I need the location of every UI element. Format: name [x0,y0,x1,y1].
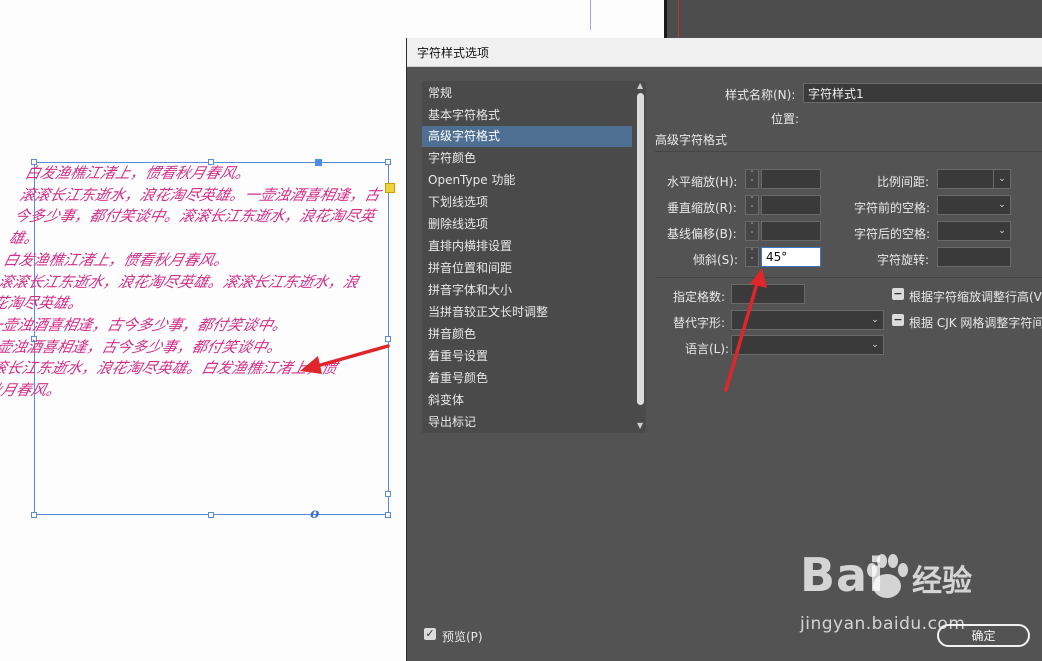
space-after-label: 字符后的空格: [854,227,931,241]
section-title: 高级字符格式 [655,133,728,147]
horizontal-scale-input[interactable] [761,169,821,189]
grid-count-input[interactable] [731,284,805,304]
language-dropdown[interactable]: ⌄ [731,335,884,355]
chevron-down-icon: ⌄ [993,170,1010,188]
category-ruby-position[interactable]: 拼音位置和间距 [422,258,632,279]
vertical-scale-stepper[interactable]: ˄ ˅ [745,195,759,215]
adjust-line-height-checkbox[interactable]: − [892,288,904,300]
proportional-spacing-label: 比例间距: [877,175,930,189]
adjust-line-height-label: 根据字符缩放调整行高(V [909,290,1042,304]
preview-label: 预览(P) [442,630,483,644]
proportional-spacing-dropdown[interactable]: ⌄ [937,169,1011,189]
baseline-shift-stepper[interactable]: ˄ ˅ [745,221,759,241]
fields-divider [655,277,1042,278]
section-divider [655,151,1042,152]
category-list[interactable]: 常规 基本字符格式 高级字符格式 字符颜色 OpenType 功能 下划线选项 … [422,81,646,433]
space-after-dropdown[interactable]: ⌄ [937,221,1011,241]
space-before-dropdown[interactable]: ⌄ [937,195,1011,215]
frame-out-port-icon[interactable]: o [310,506,319,522]
guide-line [590,0,591,30]
char-rotation-input[interactable] [937,247,1011,267]
category-advanced-character-formats[interactable]: 高级字符格式 [422,126,632,147]
chevron-down-icon: ⌄ [998,226,1006,236]
vertical-scale-label: 垂直缩放(R): [667,201,737,215]
canvas-top-area [393,0,664,38]
category-general[interactable]: 常规 [422,83,632,104]
category-ruby-color[interactable]: 拼音颜色 [422,324,632,345]
category-scrollbar[interactable]: ▲ ▼ [635,81,646,433]
skew-stepper[interactable]: ˄ ˅ [745,247,759,267]
skew-input[interactable] [761,247,821,267]
paragraph: 滚滚长江东逝水，浪花淘尽英雄。白发渔樵江渚上，惯看秋月春风。 [0,359,340,400]
category-opentype[interactable]: OpenType 功能 [422,170,632,191]
preview-checkbox[interactable]: ✓ [424,628,436,640]
category-underline[interactable]: 下划线选项 [422,192,632,213]
char-rotation-label: 字符旋转: [877,253,930,267]
adjust-cjk-grid-checkbox[interactable]: − [892,314,904,326]
pasteboard-dark [664,0,1042,38]
style-name-input[interactable] [803,83,1042,103]
skew-label: 倾斜(S): [693,253,739,267]
scrollbar-thumb[interactable] [637,93,644,405]
baseline-shift-input[interactable] [761,221,821,241]
paragraph: 滚滚长江东逝水，浪花淘尽英雄。一壶浊酒喜相逢，古今多少事，都付笑谈中。滚滚长江东… [7,185,383,248]
category-basic-character-formats[interactable]: 基本字符格式 [422,105,632,126]
space-before-label: 字符前的空格: [854,201,931,215]
category-export-tagging[interactable]: 导出标记 [422,412,632,433]
bleed-guide [678,0,679,38]
chevron-down-icon: ⌄ [871,315,879,325]
frame-handle-bottom-left[interactable] [31,512,37,518]
paragraph: 一壶浊酒喜相逢，古今多少事，都付笑谈中。 [0,315,290,334]
category-tate-chu-yoko[interactable]: 直排内横排设置 [422,236,632,257]
paragraph: 白发渔樵江渚上，惯看秋月春风。 [23,164,253,182]
category-shatai[interactable]: 斜变体 [422,390,632,411]
paragraph: 一壶浊酒喜相逢，古今多少事，都付笑谈中。 [0,337,285,356]
grid-count-label: 指定格数: [673,290,726,304]
watermark-url: jingyan.baidu.com [800,614,966,634]
language-label: 语言(L): [685,342,730,356]
frame-text-content[interactable]: 白发渔樵江渚上，惯看秋月春风。 滚滚长江东逝水，浪花淘尽英雄。一壶浊酒喜相逢，古… [0,163,398,402]
frame-handle-right-middle[interactable] [385,336,391,342]
frame-handle-bottom-right[interactable] [385,512,391,518]
paragraph: 白发渔樵江渚上，惯看秋月春风。 [1,250,232,269]
horizontal-scale-stepper[interactable]: ˄ ˅ [745,169,759,189]
category-ruby-overhang[interactable]: 当拼音较正文长时调整 [422,302,632,323]
baidu-watermark: Bai 经验 jingyan.baidu.com [800,548,1040,658]
chevron-down-icon: ⌄ [871,340,879,350]
alternate-glyph-label: 替代字形: [673,316,726,330]
alternate-glyph-dropdown[interactable]: ⌄ [731,310,884,330]
paragraph: 滚滚长江东逝水，浪花淘尽英雄。滚滚长江东逝水，浪花淘尽英雄。 [0,272,361,313]
vertical-scale-input[interactable] [761,195,821,215]
category-kenten-color[interactable]: 着重号颜色 [422,368,632,389]
category-ruby-font[interactable]: 拼音字体和大小 [422,280,632,301]
baidu-paw-icon [867,554,908,598]
dialog-title: 字符样式选项 [417,46,490,60]
watermark-jingyan: 经验 [912,564,972,599]
chevron-down-icon: ⌄ [998,200,1006,210]
adjust-cjk-grid-label: 根据 CJK 网格调整字符间 [909,316,1042,330]
horizontal-scale-label: 水平缩放(H): [667,175,738,189]
category-kenten-settings[interactable]: 着重号设置 [422,346,632,367]
frame-handle-bottom-middle[interactable] [208,512,214,518]
category-character-color[interactable]: 字符颜色 [422,148,632,169]
scroll-down-icon[interactable]: ▼ [637,421,643,430]
style-name-label: 样式名称(N): [725,88,796,102]
category-strikethrough[interactable]: 删除线选项 [422,214,632,235]
dialog-titlebar[interactable]: 字符样式选项 [407,38,1042,67]
location-label: 位置: [771,112,800,126]
baseline-shift-label: 基线偏移(B): [667,227,737,241]
scroll-up-icon[interactable]: ▲ [637,81,643,90]
frame-handle-right-lower[interactable] [385,491,391,497]
page-edge [664,0,667,38]
